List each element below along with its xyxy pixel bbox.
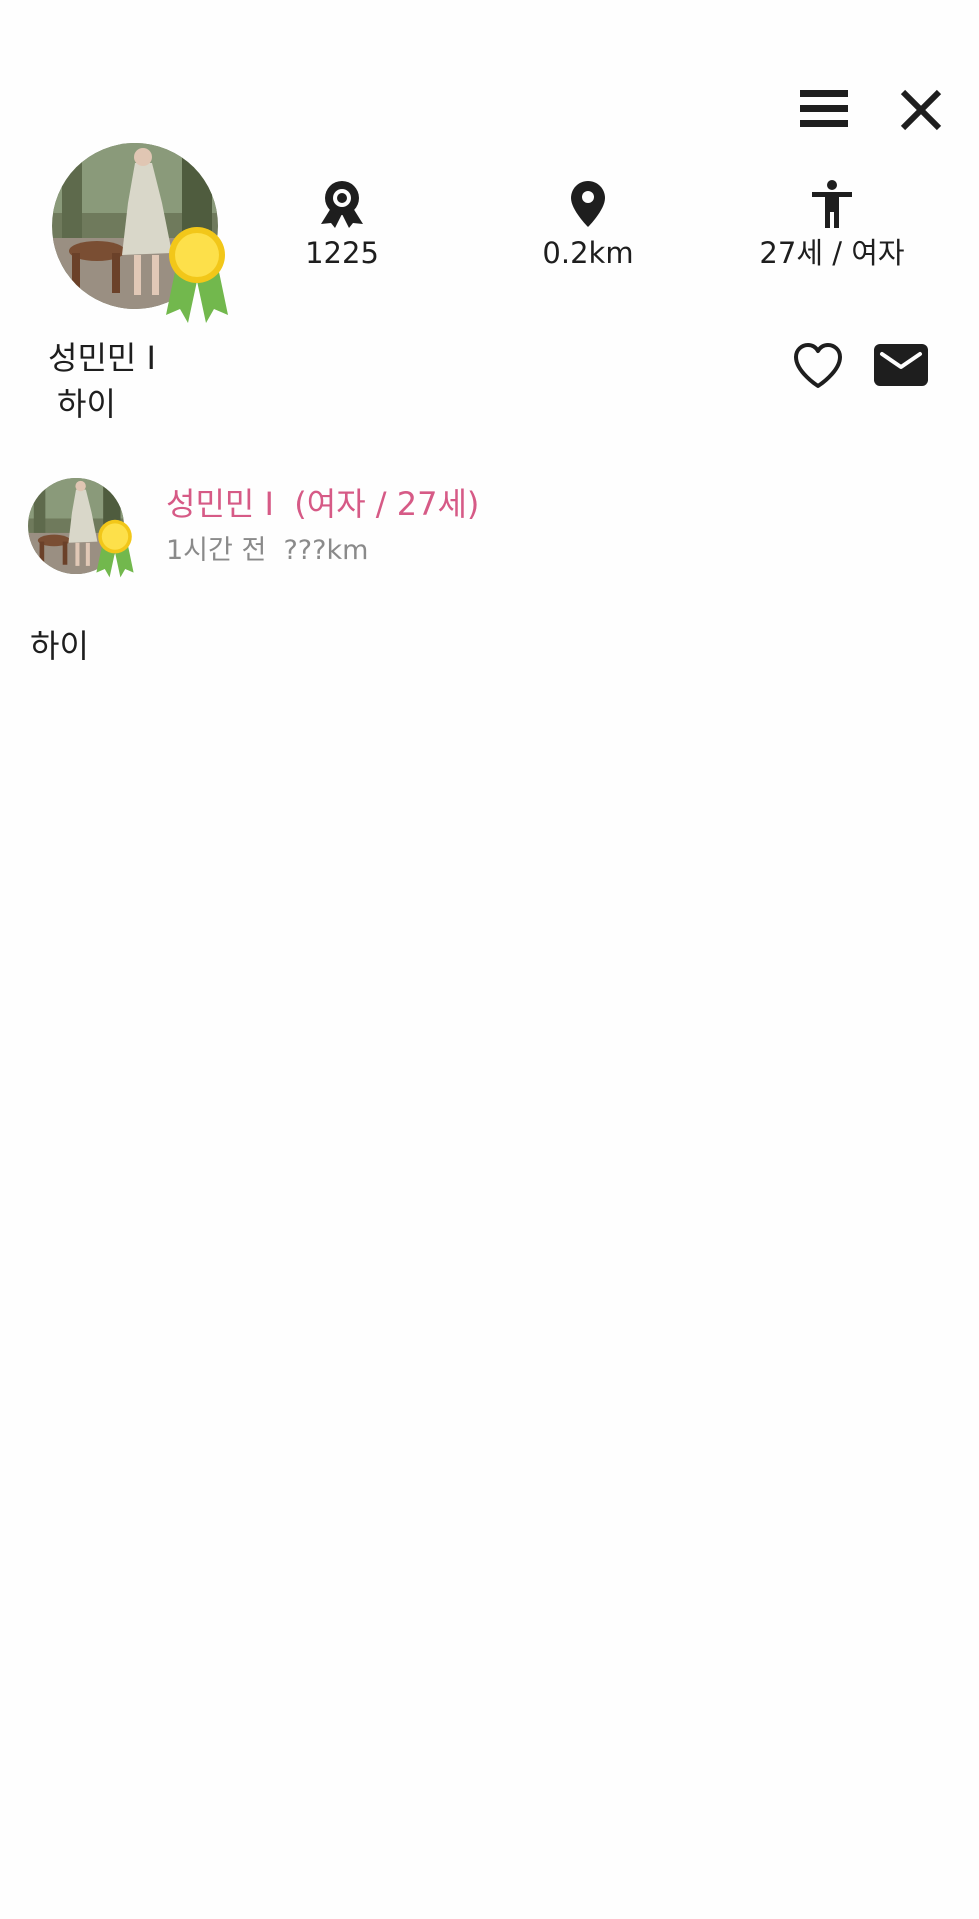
mail-icon <box>874 344 928 386</box>
post-author[interactable]: 성민민 I (여자 / 27세) <box>166 484 479 524</box>
post-avatar-container[interactable] <box>28 478 136 578</box>
close-icon <box>900 89 942 131</box>
medal-badge-icon <box>96 519 134 578</box>
post-distance: ???km <box>283 535 369 566</box>
points-value: 1225 <box>305 236 379 270</box>
profile-avatar-container[interactable] <box>52 143 232 323</box>
close-button[interactable] <box>893 84 949 136</box>
like-button[interactable] <box>790 338 846 394</box>
profile-status: 하이 <box>57 385 116 423</box>
post-time: 1시간 전 <box>166 535 267 566</box>
medal-badge-icon <box>166 227 228 323</box>
person-icon <box>812 180 852 228</box>
stat-age-gender: 27세 / 여자 <box>732 180 932 270</box>
stat-distance: 0.2km <box>488 180 688 270</box>
heart-icon <box>794 343 842 388</box>
profile-name: 성민민 I <box>48 339 156 377</box>
hamburger-menu-icon <box>800 90 848 127</box>
post-meta: 1시간 전 ???km <box>166 534 368 568</box>
message-button[interactable] <box>873 340 929 390</box>
post-body: 하이 <box>30 627 89 665</box>
age-gender-value: 27세 / 여자 <box>759 236 905 270</box>
stat-points: 1225 <box>242 180 442 270</box>
distance-value: 0.2km <box>542 236 634 270</box>
location-pin-icon <box>571 181 605 227</box>
award-badge-icon <box>321 181 363 228</box>
menu-button[interactable] <box>795 84 853 134</box>
